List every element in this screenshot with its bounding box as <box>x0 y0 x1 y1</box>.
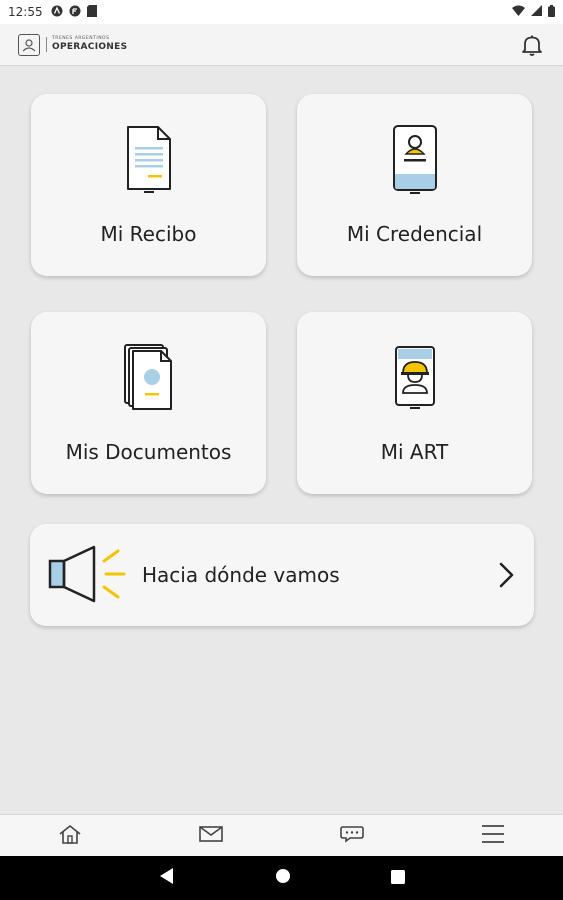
worker-helmet-icon <box>393 342 437 414</box>
banner-hacia-donde-vamos[interactable]: Hacia dónde vamos <box>30 524 534 626</box>
banner-label: Hacia dónde vamos <box>142 563 340 587</box>
tile-mis-documentos[interactable]: Mis Documentos <box>31 312 266 494</box>
recents-icon[interactable] <box>390 869 405 888</box>
status-bar: 12:55 <box>0 0 563 24</box>
app-notification-icon-2 <box>69 5 81 20</box>
logo-mark-icon <box>18 33 40 56</box>
logo-top-text: TRENES ARGENTINOS <box>52 35 110 41</box>
logo-bottom-text: OPERACIONES <box>52 42 128 53</box>
app-logo: TRENES ARGENTINOS OPERACIONES <box>18 33 128 56</box>
bottom-nav <box>0 814 563 856</box>
bell-icon[interactable] <box>519 32 545 58</box>
tile-label: Mi Recibo <box>100 222 197 246</box>
credential-badge-icon <box>390 124 440 196</box>
sd-card-icon <box>86 4 97 20</box>
tile-mi-credencial[interactable]: Mi Credencial <box>297 94 532 276</box>
megaphone-icon <box>46 543 130 607</box>
receipt-document-icon <box>124 124 174 196</box>
android-system-nav <box>0 856 563 900</box>
nav-home[interactable] <box>40 815 100 857</box>
home-icon <box>57 823 83 849</box>
tile-mi-art[interactable]: Mi ART <box>297 312 532 494</box>
tile-label: Mi Credencial <box>346 222 483 246</box>
documents-stack-icon <box>121 342 177 414</box>
nav-mail[interactable] <box>181 815 241 857</box>
tile-label: Mis Documentos <box>65 440 232 464</box>
menu-icon <box>480 823 506 849</box>
home-circle-icon[interactable] <box>275 868 291 888</box>
tile-label: Mi ART <box>380 440 449 464</box>
signal-icon <box>531 5 542 19</box>
nav-chat[interactable] <box>322 815 382 857</box>
status-time: 12:55 <box>8 5 43 19</box>
mail-icon <box>198 824 224 848</box>
nav-menu[interactable] <box>463 815 523 857</box>
chat-icon <box>339 824 365 848</box>
app-header: TRENES ARGENTINOS OPERACIONES <box>0 24 563 66</box>
app-notification-icon <box>51 5 63 20</box>
chevron-right-icon <box>496 561 516 589</box>
tile-mi-recibo[interactable]: Mi Recibo <box>31 94 266 276</box>
battery-icon <box>548 4 555 20</box>
back-icon[interactable] <box>159 867 175 889</box>
wifi-icon <box>512 5 525 19</box>
